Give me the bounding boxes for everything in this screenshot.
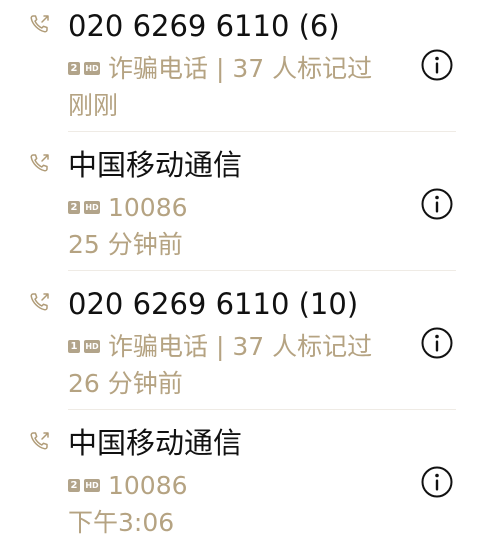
info-icon: [421, 327, 453, 359]
outgoing-call-icon: [29, 13, 51, 35]
info-icon: [421, 188, 453, 220]
call-time: 25 分钟前: [68, 230, 183, 259]
sim-card-badge: 2: [68, 478, 80, 492]
divider: [68, 409, 456, 410]
info-button[interactable]: [420, 326, 454, 360]
call-detail: 2 HD 10086: [68, 194, 188, 220]
caller-number: 020 6269 6110 (6): [68, 9, 340, 43]
call-detail: 2 HD 诈骗电话 | 37 人标记过: [68, 55, 372, 81]
outgoing-call-icon: [29, 291, 51, 313]
caller-tag: 诈骗电话 | 37 人标记过: [108, 331, 373, 361]
sim-card-badge: 2: [68, 200, 80, 214]
info-button[interactable]: [420, 48, 454, 82]
call-log-item[interactable]: 中国移动通信 2 HD 10086 25 分钟前: [0, 139, 500, 278]
hd-call-badge: HD: [84, 61, 100, 75]
hd-call-badge: HD: [84, 339, 100, 353]
divider: [68, 131, 456, 132]
call-log-item[interactable]: 020 6269 6110 (10) 1 HD 诈骗电话 | 37 人标记过 2…: [0, 278, 500, 417]
outgoing-call-icon: [29, 430, 51, 452]
caller-number: 10086: [108, 192, 188, 222]
caller-name: 中国移动通信: [68, 148, 243, 182]
hd-call-badge: HD: [84, 478, 100, 492]
divider: [68, 270, 456, 271]
call-log-list: 020 6269 6110 (6) 2 HD 诈骗电话 | 37 人标记过 刚刚…: [0, 0, 500, 539]
call-time: 下午3:06: [68, 508, 175, 537]
caller-number: 020 6269 6110 (10): [68, 287, 359, 321]
call-time: 刚刚: [68, 91, 119, 120]
call-detail: 1 HD 诈骗电话 | 37 人标记过: [68, 333, 372, 359]
sim-card-badge: 2: [68, 61, 80, 75]
hd-call-badge: HD: [84, 200, 100, 214]
sim-card-badge: 1: [68, 339, 80, 353]
caller-tag: 诈骗电话 | 37 人标记过: [108, 53, 373, 83]
info-icon: [421, 49, 453, 81]
call-log-item[interactable]: 020 6269 6110 (6) 2 HD 诈骗电话 | 37 人标记过 刚刚: [0, 0, 500, 139]
call-log-item[interactable]: 中国移动通信 2 HD 10086 下午3:06: [0, 417, 500, 539]
call-detail: 2 HD 10086: [68, 472, 188, 498]
outgoing-call-icon: [29, 152, 51, 174]
info-button[interactable]: [420, 465, 454, 499]
caller-number: 10086: [108, 470, 188, 500]
info-button[interactable]: [420, 187, 454, 221]
call-time: 26 分钟前: [68, 369, 183, 398]
caller-name: 中国移动通信: [68, 426, 243, 460]
info-icon: [421, 466, 453, 498]
